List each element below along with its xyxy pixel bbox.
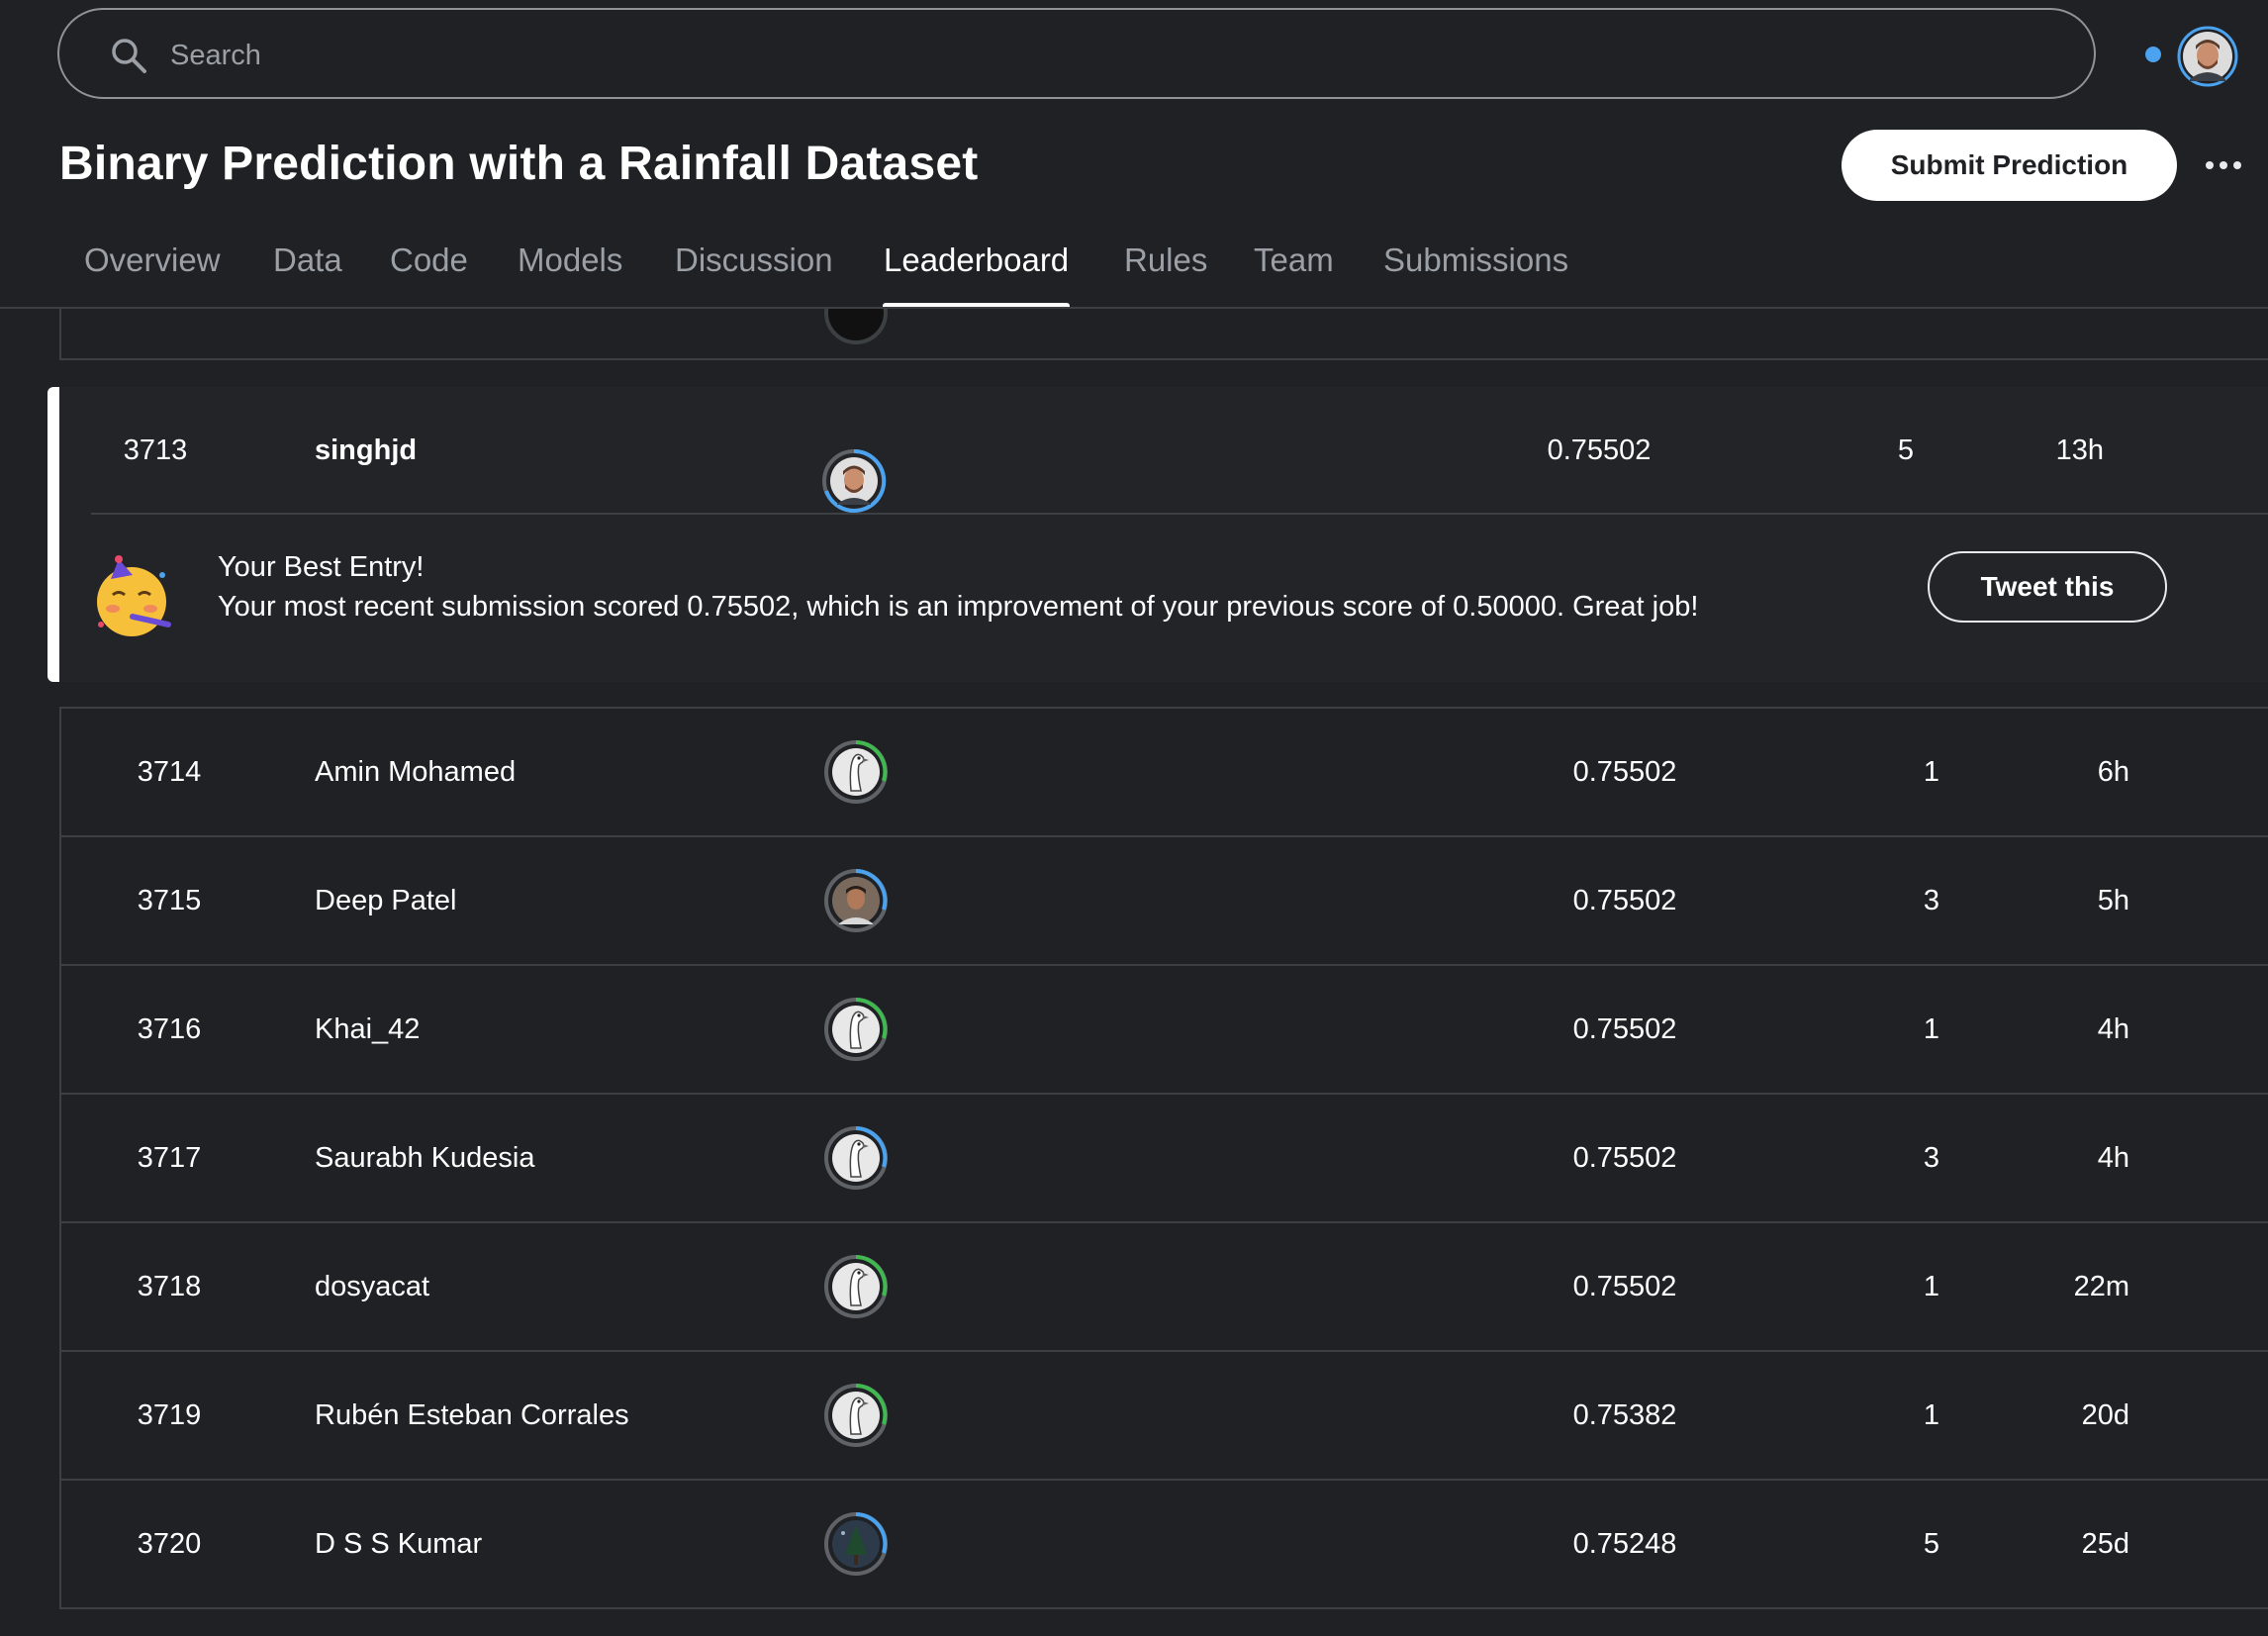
score-cell: 0.75502: [1547, 434, 1652, 466]
last-submission-cell: 20d: [2081, 1399, 2129, 1431]
team-name-cell[interactable]: Rubén Esteban Corrales: [315, 1352, 629, 1479]
rank-cell: 3713: [123, 434, 188, 466]
entries-cell: 3: [1923, 885, 1940, 916]
entries-cell: 1: [1923, 1399, 1940, 1431]
entries-cell: 3: [1923, 1142, 1940, 1174]
tweet-button[interactable]: Tweet this: [1928, 551, 2167, 623]
rank-cell: 3715: [137, 885, 202, 916]
entries-cell: 5: [1897, 434, 1915, 466]
score-cell: 0.75502: [1572, 1142, 1677, 1174]
more-options-icon[interactable]: [2199, 144, 2248, 187]
avatar[interactable]: [823, 1254, 889, 1319]
table-row-own[interactable]: 3713 singhjd 0.75502 5 13h: [47, 387, 2268, 514]
table-row[interactable]: 3719 Rubén Esteban Corrales 0.75382 1 20d: [59, 1352, 2268, 1481]
last-submission-cell: 13h: [2055, 434, 2104, 466]
tab-overview[interactable]: Overview: [83, 233, 222, 308]
score-cell: 0.75502: [1572, 1013, 1677, 1045]
table-row[interactable]: 3714 Amin Mohamed 0.75502 1 6h: [59, 709, 2268, 837]
team-name-cell[interactable]: Deep Patel: [315, 837, 457, 964]
rank-cell: 3716: [137, 1013, 202, 1045]
user-avatar[interactable]: [2177, 26, 2238, 87]
team-name-cell[interactable]: Saurabh Kudesia: [315, 1095, 535, 1221]
rank-cell: 3718: [137, 1271, 202, 1302]
team-name-cell[interactable]: Amin Mohamed: [315, 709, 516, 835]
search-input[interactable]: [168, 30, 2052, 81]
search-icon: [112, 39, 146, 73]
avatar[interactable]: [823, 1383, 889, 1448]
tab-rules[interactable]: Rules: [1123, 233, 1208, 308]
entries-cell: 1: [1923, 756, 1940, 788]
avatar: [824, 309, 888, 344]
rank-cell: 3720: [137, 1528, 202, 1560]
tab-leaderboard[interactable]: Leaderboard: [883, 233, 1071, 309]
entries-cell: 5: [1923, 1528, 1940, 1560]
score-cell: 0.75248: [1572, 1528, 1677, 1560]
table-row[interactable]: 3716 Khai_42 0.75502 1 4h: [59, 966, 2268, 1095]
tab-bar: Overview Data Code Models Discussion Lea…: [0, 233, 2268, 309]
tab-submissions[interactable]: Submissions: [1382, 233, 1569, 308]
rank-cell: 3719: [137, 1399, 202, 1431]
score-cell: 0.75502: [1572, 885, 1677, 916]
avatar[interactable]: [823, 868, 889, 933]
table-row-partial: [59, 309, 2268, 360]
rank-cell: 3714: [137, 756, 202, 788]
submit-prediction-button[interactable]: Submit Prediction: [1842, 130, 2177, 201]
rank-cell: 3717: [137, 1142, 202, 1174]
own-entry-highlight: 3713 singhjd 0.75502 5 13h Your Best Ent…: [47, 387, 2268, 682]
last-submission-cell: 22m: [2073, 1271, 2129, 1302]
best-entry-message: Your Best Entry! Your most recent submis…: [47, 514, 2268, 682]
tab-data[interactable]: Data: [272, 233, 343, 308]
search-bar[interactable]: [57, 8, 2096, 99]
tab-code[interactable]: Code: [389, 233, 469, 308]
tab-models[interactable]: Models: [517, 233, 623, 308]
tab-discussion[interactable]: Discussion: [674, 233, 834, 308]
team-name-cell[interactable]: singhjd: [315, 387, 417, 514]
avatar[interactable]: [823, 1511, 889, 1577]
party-face-icon: [97, 555, 171, 636]
table-row[interactable]: 3718 dosyacat 0.75502 1 22m: [59, 1223, 2268, 1352]
avatar[interactable]: [823, 1125, 889, 1191]
avatar[interactable]: [823, 997, 889, 1062]
entries-cell: 1: [1923, 1271, 1940, 1302]
score-cell: 0.75502: [1572, 756, 1677, 788]
page-title: Binary Prediction with a Rainfall Datase…: [59, 138, 979, 190]
table-row[interactable]: 3715 Deep Patel 0.75502 3 5h: [59, 837, 2268, 966]
tab-team[interactable]: Team: [1253, 233, 1335, 308]
message-text: Your most recent submission scored 0.755…: [218, 591, 1699, 623]
team-name-cell[interactable]: Khai_42: [315, 966, 420, 1093]
avatar[interactable]: [823, 739, 889, 805]
message-title: Your Best Entry!: [218, 551, 425, 583]
notification-dot: [2145, 47, 2161, 62]
last-submission-cell: 25d: [2081, 1528, 2129, 1560]
last-submission-cell: 5h: [2097, 885, 2129, 916]
score-cell: 0.75502: [1572, 1271, 1677, 1302]
table-row[interactable]: 3720 D S S Kumar 0.75248 5 25d: [59, 1481, 2268, 1609]
team-name-cell[interactable]: D S S Kumar: [315, 1481, 482, 1607]
last-submission-cell: 4h: [2097, 1142, 2129, 1174]
last-submission-cell: 4h: [2097, 1013, 2129, 1045]
team-name-cell[interactable]: dosyacat: [315, 1223, 429, 1350]
last-submission-cell: 6h: [2097, 756, 2129, 788]
table-row[interactable]: 3717 Saurabh Kudesia 0.75502 3 4h: [59, 1095, 2268, 1223]
score-cell: 0.75382: [1572, 1399, 1677, 1431]
entries-cell: 1: [1923, 1013, 1940, 1045]
